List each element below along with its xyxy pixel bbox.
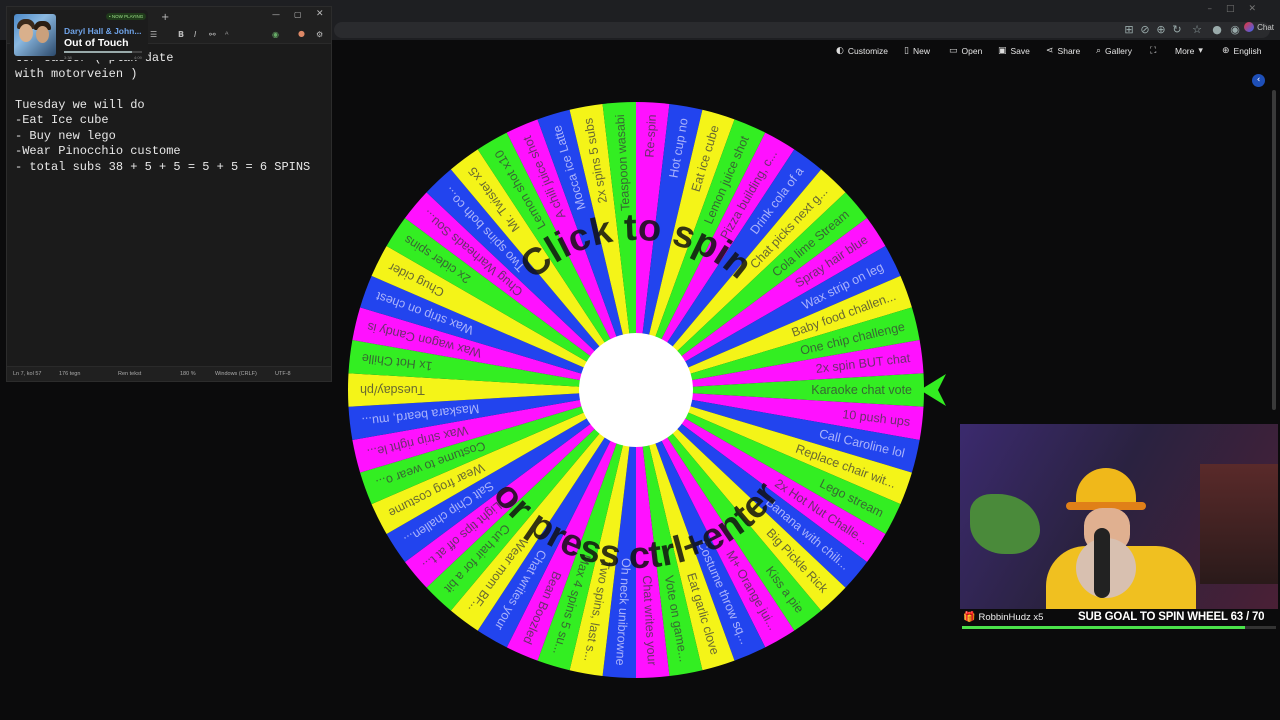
wheel-entry-label: Karaoke chat vote	[811, 383, 912, 397]
customize-button[interactable]: ◐ Customize	[836, 46, 888, 56]
file-icon: ▯	[904, 46, 909, 56]
time-current: 3:38	[64, 55, 72, 60]
zoom-level: 180 %	[180, 371, 196, 377]
bold-icon[interactable]: B	[178, 30, 184, 39]
microphone	[1094, 528, 1110, 598]
settings-icon[interactable]: ⚙	[316, 30, 323, 39]
text-format: Ren tekst	[118, 371, 142, 377]
site-toolbar	[334, 40, 1280, 66]
copilot-icon[interactable]: ◉	[272, 30, 279, 39]
wheel-pointer-icon	[920, 374, 946, 406]
share-icon: ⋖	[1046, 46, 1054, 56]
clear-format-icon[interactable]: ᴬ	[225, 30, 228, 39]
fullscreen-button[interactable]: ⛶	[1150, 46, 1156, 56]
language-menu[interactable]: ⊕ English	[1222, 46, 1261, 56]
window-controls[interactable]: –□✕	[1207, 4, 1270, 14]
wheel-entry-label: Tuesday/ph	[360, 383, 425, 397]
more-menu[interactable]: More ▾	[1175, 46, 1203, 56]
latest-gifter: 🎁 RobbinHudz x5	[963, 612, 1044, 623]
new-tab-button[interactable]: +	[161, 12, 169, 23]
time-total: 4:09	[134, 55, 142, 60]
profile-icon[interactable]: ●	[298, 29, 305, 38]
chat-button[interactable]: Chat	[1244, 22, 1274, 32]
globe-icon: ⊕	[1222, 46, 1230, 56]
star-icon[interactable]: ☆	[1190, 23, 1204, 37]
close-button[interactable]: ✕	[316, 9, 324, 19]
wheel-center-hub[interactable]	[579, 333, 693, 447]
zoom-icon[interactable]: ⊕	[1154, 23, 1168, 37]
maximize-button[interactable]: ▢	[294, 10, 302, 19]
italic-icon[interactable]: I	[194, 30, 196, 39]
copilot-icon	[1244, 22, 1255, 32]
link-icon[interactable]: ⚯	[209, 30, 216, 39]
artist-name: Daryl Hall & John...	[64, 26, 142, 36]
profile-icon[interactable]: ●	[1210, 23, 1224, 37]
folder-icon: ▭	[949, 46, 958, 56]
minimize-button[interactable]: —	[272, 10, 280, 19]
sub-goal-fill	[962, 626, 1245, 629]
save-button[interactable]: ▣ Save	[998, 46, 1030, 56]
scrollbar[interactable]	[1272, 90, 1276, 410]
spin-wheel[interactable]: Karaoke chat vote10 push upsCall Carolin…	[346, 100, 946, 690]
album-art	[14, 14, 56, 56]
fullscreen-icon: ⛶	[1150, 46, 1157, 56]
reader-icon[interactable]: ⊞	[1122, 23, 1136, 37]
chevron-down-icon: ▾	[1198, 46, 1203, 56]
webcam-feed	[960, 424, 1278, 610]
save-icon: ▣	[998, 46, 1007, 56]
list-icon[interactable]: ☰	[150, 30, 157, 39]
now-playing-widget: • NOW PLAYING Daryl Hall & John... Out o…	[10, 10, 148, 60]
wheel-entry-label: Re-spin	[643, 114, 659, 158]
notepad-window: + — ▢ ✕ ☰ B I ⚯ ᴬ ◉ ● ⚙ ter easter ( pla…	[6, 6, 332, 382]
sub-goal-text: SUB GOAL TO SPIN WHEEL 63 / 70	[1078, 611, 1265, 623]
notepad-text-area[interactable]: ter easter ( plan date with motorveien )…	[15, 51, 327, 175]
extensions-icon[interactable]: ◉	[1228, 23, 1242, 37]
song-progress-fill	[64, 51, 132, 53]
open-button[interactable]: ▭ Open	[949, 46, 982, 56]
now-playing-badge: • NOW PLAYING	[106, 13, 147, 20]
gallery-button[interactable]: ⌕ Gallery	[1096, 46, 1132, 56]
song-progress-bar	[64, 51, 142, 53]
palette-icon: ◐	[836, 46, 844, 56]
gift-icon: 🎁	[963, 612, 976, 623]
search-icon: ⌕	[1096, 46, 1102, 56]
encoding: UTF-8	[275, 371, 291, 377]
char-count: 176 tegn	[59, 371, 81, 377]
new-button[interactable]: ▯ New	[904, 46, 930, 56]
collapse-sidebar-button[interactable]: ‹	[1252, 74, 1265, 87]
refresh-icon[interactable]: ↻	[1170, 23, 1184, 37]
sub-goal-track	[962, 626, 1276, 629]
share-button[interactable]: ⋖ Share	[1046, 46, 1080, 56]
song-title: Out of Touch	[64, 37, 129, 49]
streamer	[1046, 468, 1196, 610]
block-icon[interactable]: ⊘	[1138, 23, 1152, 37]
cursor-position: Ln 7, kol 57	[13, 371, 42, 377]
notepad-statusbar: Ln 7, kol 57 176 tegn Ren tekst 180 % Wi…	[7, 366, 331, 381]
line-ending: Windows (CRLF)	[215, 371, 257, 377]
